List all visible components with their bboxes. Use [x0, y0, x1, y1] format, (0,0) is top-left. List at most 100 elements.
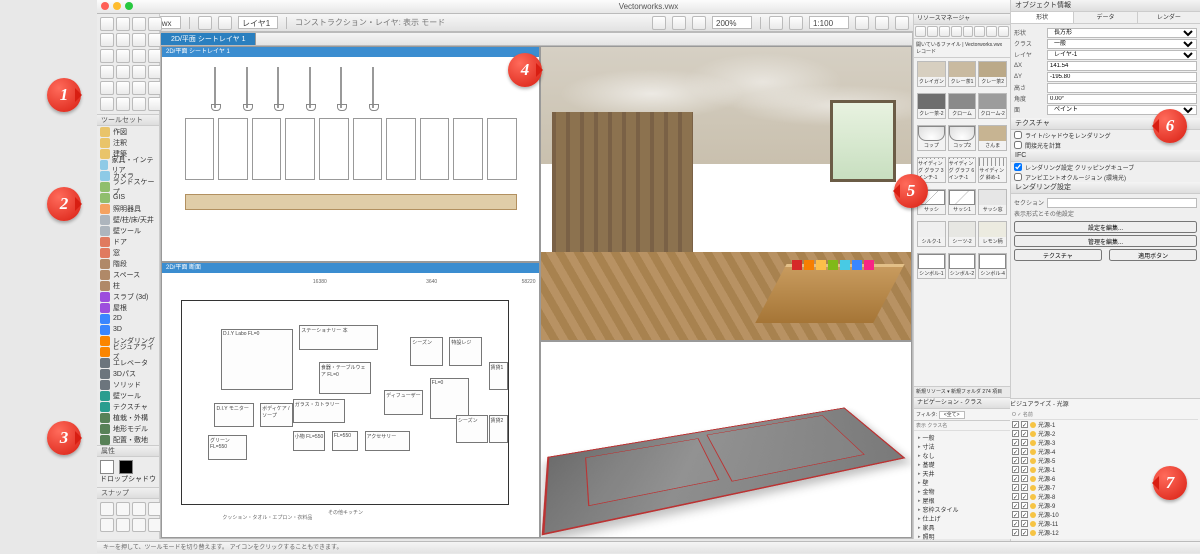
toolset-item[interactable]: ランドスケープ	[97, 181, 159, 192]
resource-swatch[interactable]: コップ	[917, 125, 946, 151]
light-row[interactable]: ✓✓光源-11	[1012, 519, 1198, 528]
snap-toggle[interactable]	[100, 518, 114, 532]
h-field[interactable]	[1047, 83, 1197, 93]
resource-swatch[interactable]: クレー茶-2	[917, 93, 946, 119]
resource-swatch[interactable]: シンボル-4	[978, 253, 1007, 279]
tool-icon[interactable]	[116, 65, 130, 79]
light-row[interactable]: ✓✓光源-9	[1012, 501, 1198, 510]
light-visible-checkbox[interactable]: ✓	[1012, 502, 1019, 509]
light-row[interactable]: ✓✓光源-4	[1012, 447, 1198, 456]
ao-checkbox[interactable]	[1014, 173, 1022, 181]
toolset-item[interactable]: 壁/柱/床/天井	[97, 214, 159, 225]
layer-select[interactable]: レイヤ-1	[1047, 50, 1197, 60]
tool-icon[interactable]	[100, 97, 114, 111]
light-on-checkbox[interactable]: ✓	[1021, 475, 1028, 482]
toolset-item[interactable]: 作図	[97, 126, 159, 137]
nav-class-row[interactable]: 屋根	[916, 496, 1008, 505]
nav-class-row[interactable]: 仕上げ	[916, 514, 1008, 523]
angle-field[interactable]	[1047, 94, 1197, 104]
nav-class-row[interactable]: なし	[916, 451, 1008, 460]
snap-toggle[interactable]	[116, 502, 130, 516]
indirect-light-checkbox[interactable]	[1014, 141, 1022, 149]
toolset-item[interactable]: 壁ツール	[97, 390, 159, 401]
light-row[interactable]: ✓✓光源-2	[1012, 429, 1198, 438]
toolset-item[interactable]: 配置・敷地	[97, 434, 159, 445]
light-row[interactable]: ✓✓光源-3	[1012, 438, 1198, 447]
snap-toggle[interactable]	[132, 518, 146, 532]
y-field[interactable]	[1047, 72, 1197, 82]
tool-icon[interactable]	[132, 97, 146, 111]
light-visible-checkbox[interactable]: ✓	[1012, 511, 1019, 518]
toolset-item[interactable]: ドア	[97, 236, 159, 247]
viewport-render[interactable]	[540, 46, 912, 341]
resource-swatch[interactable]: クローム-2	[978, 93, 1007, 119]
rm-btn[interactable]	[915, 26, 926, 37]
toolset-item[interactable]: 地形モデル	[97, 423, 159, 434]
light-on-checkbox[interactable]: ✓	[1021, 511, 1028, 518]
viewport-3d[interactable]	[540, 341, 912, 538]
light-on-checkbox[interactable]: ✓	[1021, 466, 1028, 473]
nav-class-row[interactable]: 窓枠スタイル	[916, 505, 1008, 514]
resource-swatch[interactable]: サッシ窓	[978, 189, 1007, 215]
resource-swatch[interactable]: さんま	[978, 125, 1007, 151]
class-select[interactable]: 一般	[1047, 39, 1197, 49]
resource-swatch[interactable]: サイディング 斜め-1	[978, 157, 1007, 183]
tool-icon[interactable]	[100, 49, 114, 63]
rm-btn[interactable]	[951, 26, 962, 37]
light-on-checkbox[interactable]: ✓	[1021, 430, 1028, 437]
shape-select[interactable]: 長方形	[1047, 28, 1197, 38]
nav-class-row[interactable]: 照明	[916, 532, 1008, 541]
tool-icon[interactable]	[100, 17, 114, 31]
nav-filter-dropdown[interactable]: <全て>	[939, 411, 965, 419]
view-button[interactable]	[769, 16, 783, 30]
resource-swatch[interactable]: サッシ1	[948, 189, 977, 215]
resource-mgr-footer[interactable]: 新規リソース ▾ 新規フォルダ 274 項目	[914, 386, 1010, 397]
zoom-icon[interactable]	[125, 2, 133, 10]
light-row[interactable]: ✓✓光源-5	[1012, 456, 1198, 465]
nav-button[interactable]	[672, 16, 686, 30]
resource-swatch[interactable]: シルク-1	[917, 221, 946, 247]
apply-button[interactable]: 適用ボタン	[1109, 249, 1197, 261]
tool-icon[interactable]	[132, 33, 146, 47]
resource-swatch[interactable]: クレー茶1	[948, 61, 977, 87]
light-visible-checkbox[interactable]: ✓	[1012, 439, 1019, 446]
section-field[interactable]	[1047, 198, 1197, 208]
scale-field[interactable]: 1:100	[809, 16, 849, 29]
toolset-item[interactable]: 2D	[97, 313, 159, 324]
tool-icon[interactable]	[116, 97, 130, 111]
texture-button[interactable]: テクスチャ	[1014, 249, 1102, 261]
tool-icon[interactable]	[100, 33, 114, 47]
snap-toggle[interactable]	[132, 502, 146, 516]
rm-btn[interactable]	[986, 26, 997, 37]
toolset-item[interactable]: 照明器具	[97, 203, 159, 214]
rm-btn[interactable]	[998, 26, 1009, 37]
tool-button[interactable]	[198, 16, 212, 30]
snap-toggle[interactable]	[100, 502, 114, 516]
light-visible-checkbox[interactable]: ✓	[1012, 484, 1019, 491]
light-row[interactable]: ✓✓光源-12	[1012, 528, 1198, 537]
objinfo-tab-data[interactable]: データ	[1074, 12, 1137, 23]
x-field[interactable]	[1047, 61, 1197, 71]
snap-toggle[interactable]	[116, 518, 130, 532]
nav-class-row[interactable]: 一般	[916, 433, 1008, 442]
light-on-checkbox[interactable]: ✓	[1021, 502, 1028, 509]
light-on-checkbox[interactable]: ✓	[1021, 448, 1028, 455]
nav-class-row[interactable]: 壁	[916, 478, 1008, 487]
nav-tree[interactable]: 一般寸法なし基礎天井壁金物屋根窓枠スタイル仕上げ家具照明	[914, 431, 1010, 543]
zoom-field[interactable]: 200%	[712, 16, 752, 29]
light-visible-checkbox[interactable]: ✓	[1012, 520, 1019, 527]
resource-swatch[interactable]: シンボル-1	[917, 253, 946, 279]
tool-icon[interactable]	[132, 49, 146, 63]
tool-icon[interactable]	[148, 17, 162, 31]
toolset-item[interactable]: 窓	[97, 247, 159, 258]
toolset-item[interactable]: 壁ツール	[97, 225, 159, 236]
window-controls[interactable]	[101, 2, 133, 10]
resource-swatch[interactable]: サイディング グラフ 6インチ-1	[948, 157, 977, 183]
toolset-item[interactable]: スペース	[97, 269, 159, 280]
resource-swatch[interactable]: クレー茶2	[978, 61, 1007, 87]
nav-button[interactable]	[652, 16, 666, 30]
resource-swatch[interactable]: シーツ-2	[948, 221, 977, 247]
toolset-item[interactable]: スラブ (3d)	[97, 291, 159, 302]
rm-btn[interactable]	[974, 26, 985, 37]
light-visible-checkbox[interactable]: ✓	[1012, 529, 1019, 536]
